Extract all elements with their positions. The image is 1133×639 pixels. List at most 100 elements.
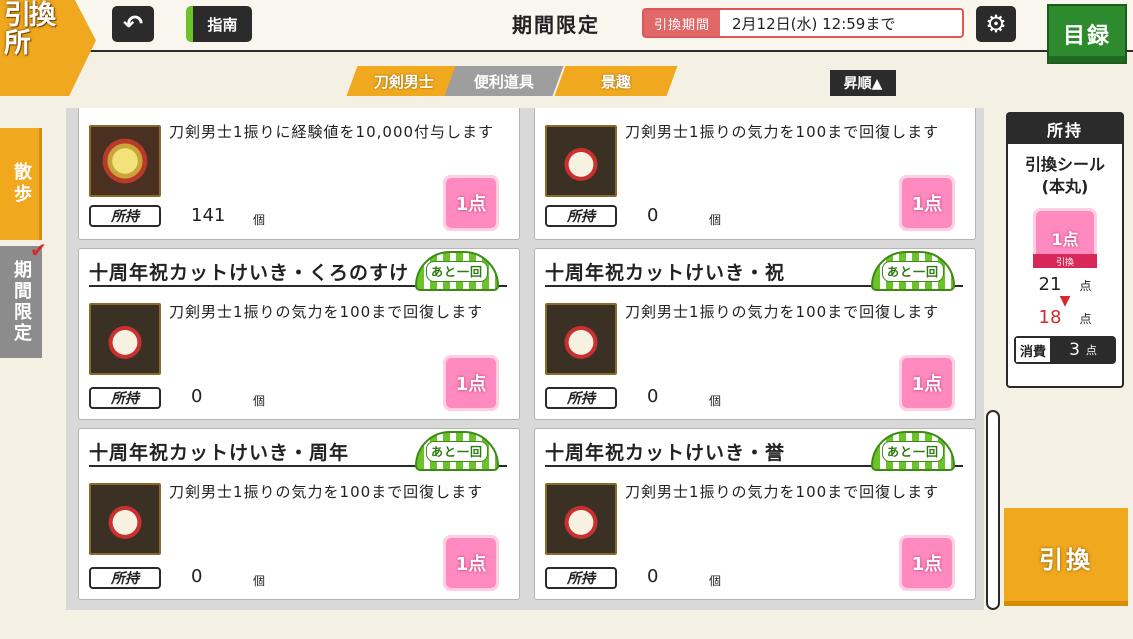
cost-value: 1点	[911, 554, 943, 575]
cost-badge: 1点	[899, 175, 955, 231]
remaining-fan-badge: あと一回	[871, 431, 955, 471]
cost-badge: 1点	[899, 535, 955, 591]
owned-count: 0	[191, 386, 203, 407]
item-description: 刀剣男士1振りの気力を100まで回復します	[169, 483, 484, 501]
owned-label: 所持	[89, 387, 161, 409]
cost-value: 1点	[455, 374, 487, 395]
fan-label: あと一回	[425, 260, 488, 282]
side-tab-limited[interactable]: 期間限定	[0, 246, 42, 358]
tab-label: 景趣	[600, 72, 631, 91]
item-card[interactable]: 十周年祝カットけいき・祝 あと一回 刀剣男士1振りの気力を100まで回復します …	[534, 248, 976, 420]
cost-value: 1点	[455, 554, 487, 575]
tab-scenery[interactable]: 景趣	[554, 66, 678, 96]
side-tab-walk[interactable]: 散歩	[0, 128, 42, 240]
cost-value: 1点	[911, 374, 943, 395]
item-thumbnail	[89, 483, 161, 555]
fan-label: あと一回	[881, 260, 944, 282]
after-points-value: 18	[1038, 307, 1062, 328]
item-card[interactable]: 十周年祝カットけいき・誉 あと一回 刀剣男士1振りの気力を100まで回復します …	[534, 428, 976, 600]
owned-label: 所持	[89, 205, 161, 227]
logo-text: 引換所	[4, 0, 56, 59]
item-list[interactable]: 刀剣男士1振りに経験値を10,000付与します 所持 141 個 1点 刀剣男士…	[66, 108, 984, 610]
remaining-fan-badge: あと一回	[871, 251, 955, 291]
owned-unit: 個	[253, 394, 266, 408]
item-description: 刀剣男士1振りの気力を100まで回復します	[625, 303, 940, 321]
item-title: 十周年祝カットけいき・祝 あと一回	[545, 251, 963, 291]
current-points: 21 点	[1008, 274, 1122, 295]
seal-value: 1点	[1051, 230, 1079, 249]
item-description: 刀剣男士1振りの気力を100まで回復します	[625, 123, 940, 141]
cost-badge: 1点	[443, 535, 499, 591]
back-button[interactable]: ↶	[112, 6, 154, 42]
catalog-button[interactable]: 目録	[1047, 4, 1127, 64]
consume-box: 消費 3 点	[1014, 336, 1116, 364]
item-description: 刀剣男士1振りの気力を100まで回復します	[625, 483, 940, 501]
owned-count: 0	[647, 566, 659, 587]
exchange-button[interactable]: 引換	[1004, 508, 1128, 606]
owned-count: 141	[191, 205, 226, 226]
remaining-fan-badge: あと一回	[415, 251, 499, 291]
fan-label: あと一回	[881, 440, 944, 462]
tab-tools[interactable]: 便利道具	[444, 66, 564, 96]
cost-badge: 1点	[443, 355, 499, 411]
scrollbar[interactable]	[986, 410, 1000, 610]
currency-name-line1: 引換シール	[1024, 155, 1105, 174]
seal-tag: 引換	[1033, 254, 1097, 268]
consume-label: 消費	[1016, 338, 1053, 362]
item-card[interactable]: 十周年祝カットけいき・くろのすけ あと一回 刀剣男士1振りの気力を100まで回復…	[78, 248, 520, 420]
cost-badge: 1点	[899, 355, 955, 411]
exchange-period: 引換期間 2月12日(水) 12:59まで	[642, 8, 964, 38]
owned-panel: 所持 引換シール (本丸) 1点 引換 21 点 ▼ 18 点 消費 3 点	[1006, 112, 1124, 388]
tab-label: 便利道具	[473, 72, 534, 91]
guide-button[interactable]: 指南	[186, 6, 252, 42]
item-card[interactable]: 刀剣男士1振りの気力を100まで回復します 所持 0 個 1点	[534, 108, 976, 240]
item-title-text: 十周年祝カットけいき・祝	[545, 261, 786, 284]
owned-unit: 個	[709, 394, 722, 408]
points-unit: 点	[1079, 279, 1092, 293]
catalog-label: 目録	[1062, 24, 1111, 49]
item-card[interactable]: 十周年祝カットけいき・周年 あと一回 刀剣男士1振りの気力を100まで回復します…	[78, 428, 520, 600]
cost-value: 1点	[455, 194, 487, 215]
period-value: 2月12日(水) 12:59まで	[732, 14, 896, 33]
current-points-value: 21	[1038, 274, 1062, 295]
owned-count: 0	[647, 205, 659, 226]
check-icon: ✔	[30, 238, 47, 262]
owned-unit: 個	[253, 574, 266, 588]
item-description: 刀剣男士1振りに経験値を10,000付与します	[169, 123, 495, 141]
item-description: 刀剣男士1振りの気力を100まで回復します	[169, 303, 484, 321]
cost-value: 1点	[911, 194, 943, 215]
owned-unit: 個	[253, 213, 266, 227]
item-title-text: 十周年祝カットけいき・くろのすけ	[89, 261, 410, 284]
item-thumbnail	[545, 125, 617, 197]
after-points: 18 点	[1008, 307, 1122, 328]
fan-label: あと一回	[425, 440, 488, 462]
settings-button[interactable]: ⚙	[976, 6, 1016, 42]
gear-icon: ⚙	[985, 10, 1007, 38]
owned-label: 所持	[89, 567, 161, 589]
tab-swords[interactable]: 刀剣男士	[346, 66, 462, 96]
owned-count: 0	[191, 566, 203, 587]
tab-label: 刀剣男士	[373, 72, 434, 91]
item-thumbnail	[89, 303, 161, 375]
owned-label: 所持	[545, 205, 617, 227]
period-label: 引換期間	[644, 10, 721, 36]
item-card[interactable]: 刀剣男士1振りに経験値を10,000付与します 所持 141 個 1点	[78, 108, 520, 240]
owned-label: 所持	[545, 567, 617, 589]
owned-panel-header: 所持	[1008, 114, 1122, 144]
cost-badge: 1点	[443, 175, 499, 231]
page-title: 期間限定	[512, 12, 600, 37]
sort-button[interactable]: 昇順▲	[830, 70, 896, 96]
item-thumbnail	[545, 303, 617, 375]
owned-unit: 個	[709, 213, 722, 227]
item-thumbnail	[545, 483, 617, 555]
item-title: 十周年祝カットけいき・誉 あと一回	[545, 431, 963, 471]
guide-label: 指南	[207, 15, 238, 34]
item-thumbnail	[89, 125, 161, 197]
consume-value: 3	[1069, 340, 1080, 360]
shop-logo: 引換所	[0, 0, 96, 96]
item-title-text: 十周年祝カットけいき・誉	[545, 441, 786, 464]
header-bar: ↶ 指南 期間限定 引換期間 2月12日(水) 12:59まで ⚙	[0, 0, 1133, 52]
consume-value-box: 3 点	[1052, 338, 1114, 362]
owned-label: 所持	[545, 387, 617, 409]
arrow-down-icon: ▼	[1059, 293, 1071, 309]
